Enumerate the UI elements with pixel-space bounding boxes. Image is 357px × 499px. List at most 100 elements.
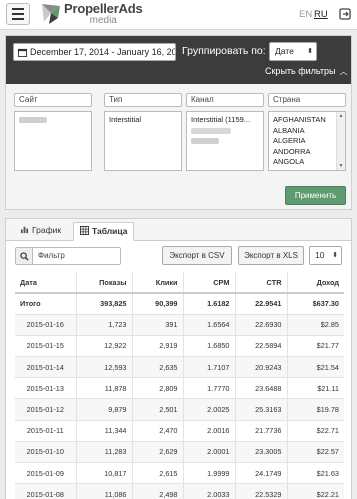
filter-country-list[interactable]: AFGHANISTAN ALBANIA ALGERIA ANDORRA ANGO… [268, 111, 346, 171]
brand-name: PropellerAds [64, 1, 143, 16]
cell-cpm: 1.7770 [183, 377, 236, 400]
cell-cpm: 2.0016 [183, 420, 236, 442]
filter-site-input[interactable]: Сайт [14, 93, 92, 107]
table-row: 2015-01-12 9,879 2,501 2.0025 25.3163 $19.78 [15, 398, 344, 421]
filter-country-input[interactable]: Страна [268, 93, 346, 107]
export-xls-button[interactable]: Экспорт в XLS [238, 246, 304, 265]
cell-shows: 11,878 [76, 377, 133, 400]
cell-income: $2.85 [287, 314, 344, 336]
apply-filters-button[interactable]: Применить [285, 186, 346, 205]
rows-per-page-value: 10 [315, 250, 325, 260]
filter-channel-input[interactable]: Канал [186, 93, 264, 107]
search-icon [19, 251, 29, 261]
hide-filters-toggle[interactable]: Скрыть фильтры ︿ [265, 66, 348, 77]
table-row: 2015-01-13 11,878 2,809 1.7770 23.6488 $21.11 [15, 377, 344, 400]
logout-icon[interactable] [339, 8, 351, 20]
filter-site-list[interactable] [14, 111, 92, 171]
cell-date: 2015-01-15 [15, 335, 77, 358]
list-item[interactable] [191, 126, 259, 137]
cell-ctr: 25.3163 [235, 398, 288, 421]
cell-income: $21.11 [287, 377, 344, 400]
top-bar: PropellerAds media EN RU [0, 0, 357, 30]
cell-clicks: 2,501 [132, 398, 184, 421]
cell-income: $22.71 [287, 420, 344, 442]
cell-ctr: 20.9243 [235, 356, 288, 379]
col-header-date[interactable]: Дата [15, 272, 77, 294]
table-filter-input[interactable]: Фильтр [33, 248, 120, 264]
cell-clicks: 2,809 [132, 377, 184, 400]
table-row: 2015-01-15 12,922 2,919 1.6850 22.5894 $21.77 [15, 335, 344, 358]
col-header-shows[interactable]: Показы [76, 272, 133, 294]
table-filter-field[interactable]: Фильтр [15, 247, 121, 265]
group-by-select[interactable]: Дате ⬍ [269, 42, 317, 61]
col-header-income[interactable]: Доход [287, 272, 344, 294]
cell-shows: 12,593 [76, 356, 133, 379]
lang-en-link[interactable]: EN [299, 9, 312, 20]
rows-per-page-select[interactable]: 10 ⬍ [309, 246, 342, 265]
cell-clicks: 2,635 [132, 356, 184, 379]
cell-cpm: 2.0033 [183, 483, 236, 499]
cell-shows: 12,922 [76, 335, 133, 358]
list-item[interactable]: AFGHANISTAN [273, 115, 341, 126]
date-range-picker[interactable]: December 17, 2014 - January 16, 2015 [13, 43, 176, 61]
table-header-row: Дата Показы Клики CPM CTR Доход [15, 272, 344, 294]
col-header-clicks[interactable]: Клики [132, 272, 184, 294]
country-list-scrollbar[interactable]: ▲ ▼ [336, 112, 345, 170]
cell-cpm: 1.9999 [183, 462, 236, 485]
list-item[interactable]: Interstitial (1159... [191, 115, 259, 126]
cell-ctr: 23.6488 [235, 377, 288, 400]
cell-date: 2015-01-09 [15, 462, 77, 485]
export-csv-button[interactable]: Экспорт в CSV [162, 246, 232, 265]
cell-shows: 11,283 [76, 441, 133, 464]
cell-ctr: 22.5329 [235, 483, 288, 499]
brand-logo[interactable]: PropellerAds media [40, 2, 143, 28]
cell-income: $22.57 [287, 441, 344, 464]
list-item[interactable]: ANDORRA [273, 147, 341, 158]
col-header-cpm[interactable]: CPM [183, 272, 236, 294]
lang-ru-link[interactable]: RU [314, 9, 328, 20]
cell-date: 2015-01-10 [15, 441, 77, 464]
cell-shows: 11,344 [76, 420, 133, 442]
cell-clicks: 2,919 [132, 335, 184, 358]
cell-date: 2015-01-14 [15, 356, 77, 379]
menu-line-icon [12, 8, 24, 10]
total-cpm: 1.6182 [183, 293, 236, 315]
tab-table[interactable]: Таблица [73, 222, 135, 241]
scroll-up-icon[interactable]: ▲ [337, 112, 345, 120]
cell-shows: 9,879 [76, 398, 133, 421]
tab-chart[interactable]: График [14, 222, 67, 241]
cell-clicks: 2,615 [132, 462, 184, 485]
hide-filters-label: Скрыть фильтры [265, 66, 336, 76]
menu-line-icon [12, 13, 24, 15]
search-icon-box [16, 248, 33, 264]
list-item[interactable]: ANGOLA [273, 157, 341, 168]
group-by-value: Дате [275, 46, 294, 56]
results-panel: График Таблица Фильтр Экспорт в CSV Эксп… [5, 218, 352, 499]
list-item[interactable] [19, 115, 87, 126]
list-item[interactable] [191, 136, 259, 147]
hamburger-menu-button[interactable] [6, 3, 30, 25]
redacted-value [191, 138, 219, 145]
cell-income: $22.21 [287, 483, 344, 499]
list-item[interactable]: Interstitial [109, 115, 177, 126]
select-arrows-icon: ⬍ [332, 252, 338, 259]
col-header-ctr[interactable]: CTR [235, 272, 288, 294]
stats-table: Дата Показы Клики CPM CTR Доход Итого 39… [15, 272, 344, 499]
filter-channel: Канал Interstitial (1159... [186, 93, 264, 171]
filter-channel-list[interactable]: Interstitial (1159... [186, 111, 264, 171]
scroll-down-icon[interactable]: ▼ [337, 162, 345, 170]
propeller-logo-icon [42, 4, 60, 24]
cell-cpm: 2.0025 [183, 398, 236, 421]
filter-type-list[interactable]: Interstitial [104, 111, 182, 171]
total-shows: 393,825 [76, 293, 133, 315]
list-item[interactable]: ALGERIA [273, 136, 341, 147]
cell-clicks: 2,629 [132, 441, 184, 464]
table-row: 2015-01-16 1,723 391 1.6564 22.6930 $2.85 [15, 314, 344, 336]
filter-type-input[interactable]: Тип [104, 93, 182, 107]
list-item[interactable]: ALBANIA [273, 126, 341, 137]
cell-income: $19.78 [287, 398, 344, 421]
cell-shows: 10,817 [76, 462, 133, 485]
total-row: Итого 393,825 90,399 1.6182 22.9541 $637… [15, 293, 344, 315]
filter-country: Страна AFGHANISTAN ALBANIA ALGERIA ANDOR… [268, 93, 346, 171]
calendar-icon [18, 48, 27, 57]
